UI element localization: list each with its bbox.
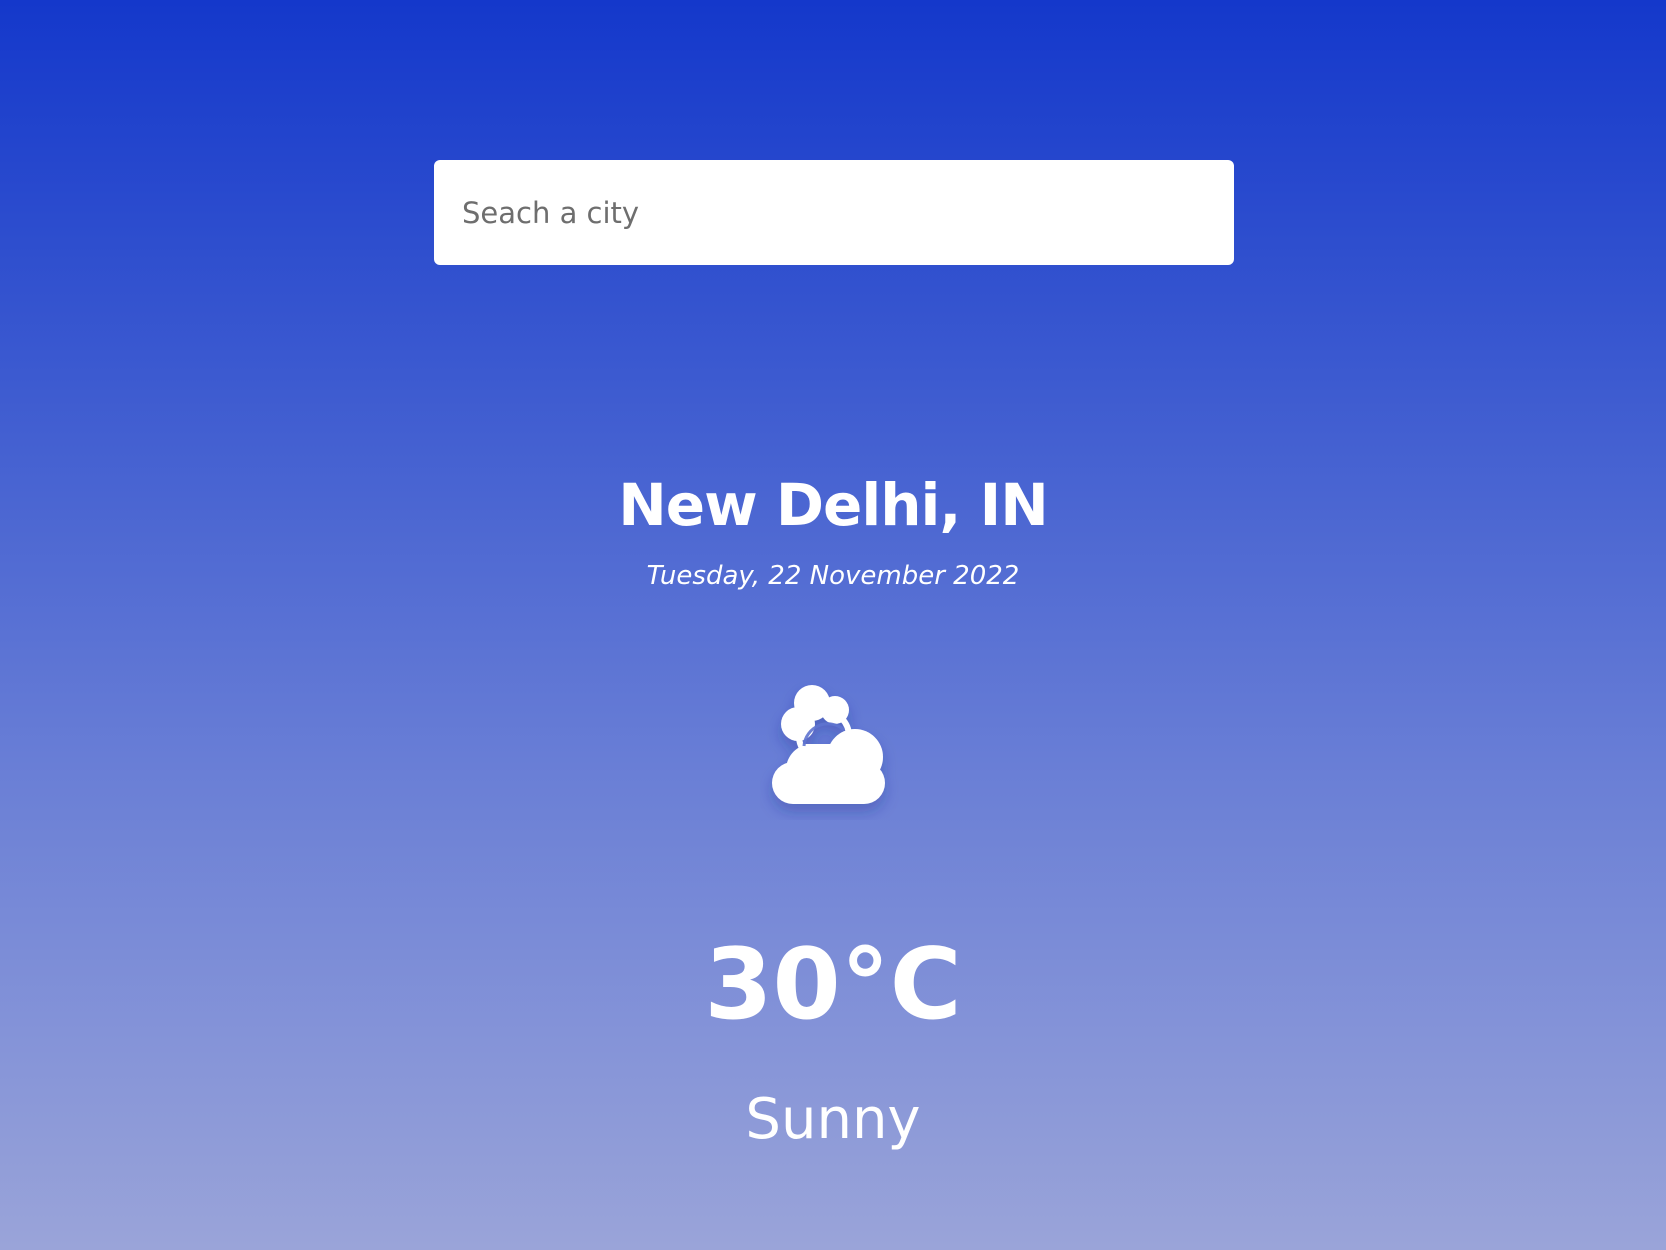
search-bar[interactable]	[434, 160, 1234, 265]
current-date: Tuesday, 22 November 2022	[646, 561, 1020, 591]
temperature: 30°C	[704, 928, 962, 1042]
weather-condition: Sunny	[745, 1087, 921, 1152]
cloud-sun-icon	[772, 685, 885, 804]
search-input[interactable]	[434, 160, 1234, 265]
city-name: New Delhi, IN	[618, 471, 1049, 539]
